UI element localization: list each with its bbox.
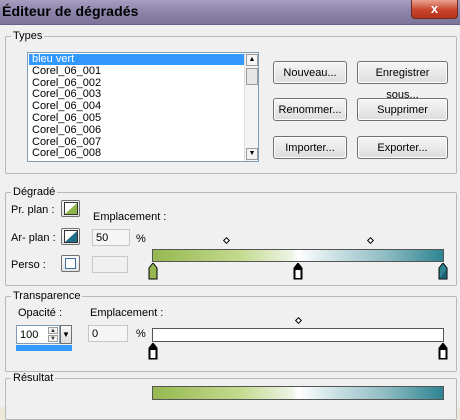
custom-color-button[interactable] — [61, 255, 80, 272]
transparency-location-input[interactable]: 0 — [88, 325, 128, 342]
types-list[interactable]: bleu vert Corel_06_001 Corel_06_002 Corel_0… — [27, 52, 259, 162]
types-list-item[interactable]: Corel_06_002 — [29, 77, 244, 89]
gradient-location-label: Emplacement : — [93, 211, 167, 223]
gradient-stop-end[interactable] — [438, 263, 448, 280]
opacity-value: 100 — [20, 329, 39, 341]
transparency-stop-start[interactable] — [148, 343, 158, 360]
types-legend: Types — [11, 30, 45, 42]
gradient-bar[interactable] — [152, 249, 444, 262]
opacity-label: Opacité : — [18, 307, 63, 319]
rename-button[interactable]: Renommer... — [273, 98, 347, 121]
foreground-label: Pr. plan : — [11, 204, 55, 216]
close-icon: x — [430, 1, 439, 16]
foreground-color-button[interactable] — [61, 200, 80, 217]
gradient-percent-label: % — [136, 233, 146, 245]
opacity-input[interactable]: 100 ▲ ▼ — [16, 325, 60, 344]
gradient-stop-start[interactable] — [148, 263, 158, 280]
window-title: Éditeur de dégradés — [2, 3, 139, 19]
types-list-item[interactable]: bleu vert — [29, 54, 244, 65]
close-button[interactable]: x — [411, 0, 458, 19]
transparency-location-label: Emplacement : — [90, 307, 164, 319]
export-button[interactable]: Exporter... — [357, 136, 448, 159]
chevron-down-icon: ▼ — [62, 330, 70, 339]
spin-up-icon[interactable]: ▲ — [48, 327, 58, 334]
gradient-location-input[interactable]: 50 — [92, 229, 130, 246]
opacity-level-bar — [16, 345, 72, 351]
custom-color-field — [92, 256, 128, 273]
background-color-button[interactable] — [61, 228, 80, 245]
delete-button[interactable]: Supprimer — [357, 98, 448, 121]
import-button[interactable]: Importer... — [273, 136, 347, 159]
transparency-bar[interactable] — [152, 328, 444, 342]
foreground-swatch-icon — [64, 202, 78, 215]
title-bar[interactable]: Éditeur de dégradés x — [0, 0, 460, 25]
new-button[interactable]: Nouveau... — [273, 61, 347, 84]
gradient-legend: Dégradé — [11, 186, 58, 198]
types-list-item[interactable]: Corel_06_005 — [29, 113, 244, 124]
background-swatch-icon — [64, 230, 78, 243]
types-list-scrollbar[interactable]: ▲ ▼ — [244, 53, 258, 161]
types-list-item[interactable]: Corel_06_008 — [29, 148, 244, 159]
opacity-dropdown-button[interactable]: ▼ — [60, 325, 72, 344]
scroll-down-icon[interactable]: ▼ — [246, 148, 258, 160]
save-as-button[interactable]: Enregistrer sous... — [357, 61, 448, 101]
types-list-item[interactable]: Corel_06_007 — [29, 136, 244, 148]
types-list-item[interactable]: Corel_06_001 — [29, 65, 244, 77]
result-preview-bar — [152, 386, 444, 400]
types-list-item[interactable]: Corel_06_003 — [29, 89, 244, 100]
background-label: Ar- plan : — [11, 232, 56, 244]
transparency-percent-label: % — [136, 328, 146, 340]
scroll-up-icon[interactable]: ▲ — [246, 54, 258, 66]
custom-swatch-icon — [65, 258, 76, 269]
spin-down-icon[interactable]: ▼ — [48, 335, 58, 342]
transparency-stop-end[interactable] — [438, 343, 448, 360]
transparency-legend: Transparence — [11, 290, 83, 302]
result-legend: Résultat — [11, 372, 56, 384]
types-list-item[interactable]: Corel_06_004 — [29, 101, 244, 112]
scrollbar-thumb[interactable] — [246, 68, 258, 85]
custom-label: Perso : — [11, 259, 46, 271]
gradient-stop-mid[interactable] — [293, 263, 303, 280]
types-list-item[interactable]: Corel_06_006 — [29, 124, 244, 136]
